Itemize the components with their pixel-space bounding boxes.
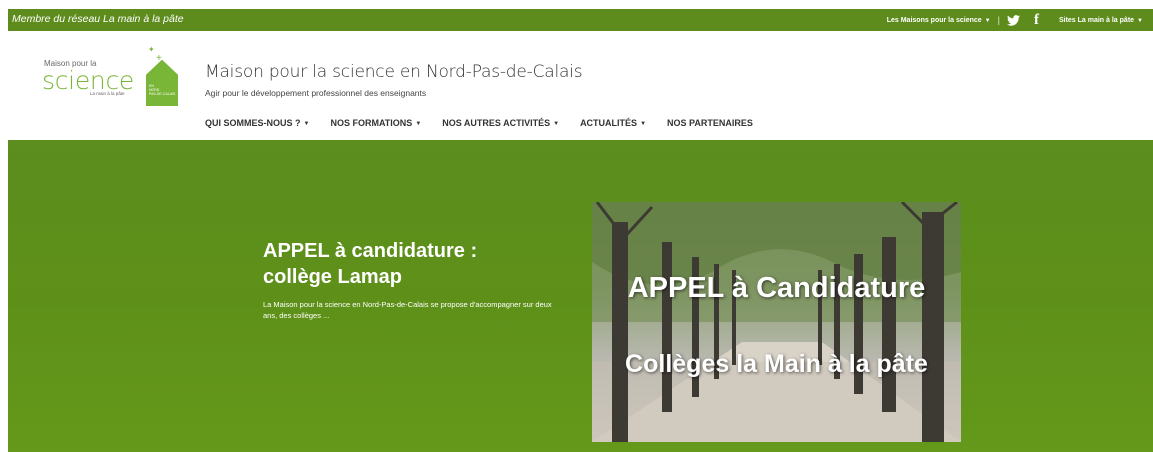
hero-image[interactable]: APPEL à Candidature Collèges la Main à l…: [592, 202, 961, 442]
image-caption-line2: Collèges la Main à la pâte: [625, 350, 928, 378]
nav-item-label: NOS PARTENAIRES: [667, 118, 753, 128]
maisons-dropdown[interactable]: Les Maisons pour la science ▼: [887, 17, 991, 24]
top-bar-right: Les Maisons pour la science ▼ | f Sites L…: [887, 12, 1143, 28]
nav-item-label: ACTUALITÉS: [580, 118, 638, 128]
tree-alley-illustration: [592, 202, 961, 442]
chevron-down-icon: ▼: [984, 17, 991, 24]
hero-title-line2: collège Lamap: [263, 266, 402, 288]
separator: |: [997, 15, 1000, 25]
twitter-icon[interactable]: [1006, 14, 1020, 26]
house-icon: [146, 60, 178, 106]
top-bar: Membre du réseau La main à la pâte Les M…: [8, 9, 1153, 31]
site-subtitle: Agir pour le développement professionnel…: [205, 88, 427, 98]
nav-item-qui-sommes-nous[interactable]: QUI SOMMES-NOUS ? ▼: [205, 118, 309, 128]
nav-item-actualites[interactable]: ACTUALITÉS ▼: [580, 118, 646, 128]
site-title[interactable]: Maison pour la science en Nord-Pas-de-Ca…: [205, 62, 583, 82]
chevron-down-icon: ▼: [1137, 17, 1143, 24]
hero-banner: APPEL à candidature : collège Lamap La M…: [8, 140, 1153, 452]
nav-item-nos-partenaires[interactable]: NOS PARTENAIRES: [667, 118, 753, 128]
sites-dropdown-label: Sites La main à la pâte: [1058, 16, 1135, 24]
nav-item-label: NOS FORMATIONS: [330, 118, 413, 128]
image-caption-line1: APPEL à Candidature: [627, 272, 926, 304]
facebook-icon[interactable]: f: [1034, 13, 1039, 28]
main-nav: QUI SOMMES-NOUS ? ▼ NOS FORMATIONS ▼ NOS A…: [205, 118, 774, 128]
maisons-dropdown-label: Les Maisons pour la science: [886, 16, 982, 24]
hero-title[interactable]: APPEL à candidature : collège Lamap: [263, 238, 477, 290]
logo-text-lamap: La main à la pâte: [90, 91, 125, 96]
nav-item-nos-autres-activites[interactable]: NOS AUTRES ACTIVITÉS ▼: [442, 118, 559, 128]
chevron-down-icon: ▼: [640, 121, 647, 127]
network-membership-link[interactable]: Membre du réseau La main à la pâte: [12, 13, 184, 25]
site-logo[interactable]: ✦ + Maison pour la science La main à la …: [30, 45, 180, 108]
nav-item-label: NOS AUTRES ACTIVITÉS: [442, 118, 551, 128]
chevron-down-icon: ▼: [303, 121, 310, 127]
logo-region-text: EN NORD PAS-DE-CALAIS: [149, 84, 176, 96]
star-icon: ✦: [148, 45, 155, 54]
chevron-down-icon: ▼: [415, 121, 422, 127]
hero-excerpt: La Maison pour la science en Nord-Pas-de…: [263, 300, 552, 320]
nav-item-nos-formations[interactable]: NOS FORMATIONS ▼: [330, 118, 421, 128]
nav-item-label: QUI SOMMES-NOUS ?: [205, 118, 301, 128]
chevron-down-icon: ▼: [553, 121, 560, 127]
hero-title-line1: APPEL à candidature :: [263, 240, 478, 262]
sites-dropdown[interactable]: Sites La main à la pâte ▼: [1059, 17, 1143, 24]
